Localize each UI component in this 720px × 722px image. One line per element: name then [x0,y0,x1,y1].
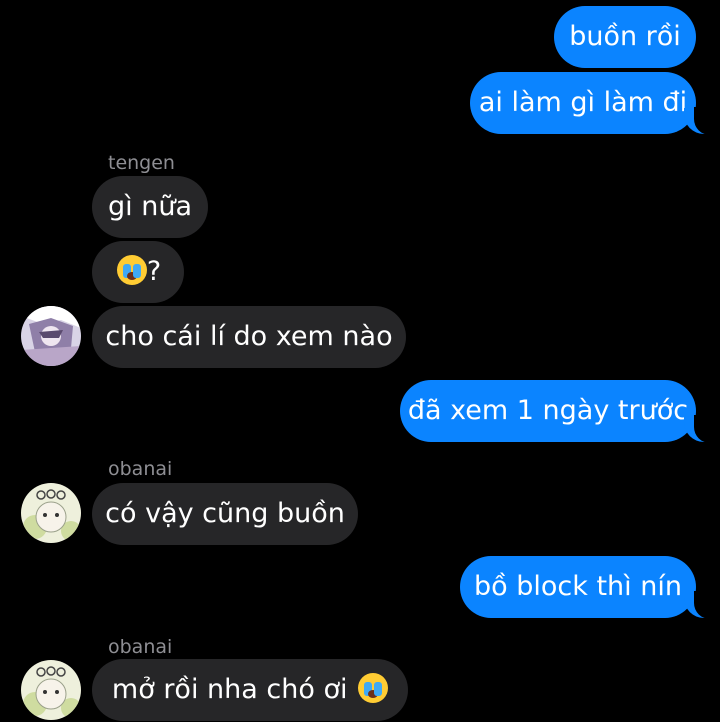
message-bubble-incoming[interactable]: mở rồi nha chó ơi [92,659,408,721]
message-bubble-incoming[interactable]: gì nữa [92,176,208,238]
message-text: cho cái lí do xem nào [105,321,393,352]
sender-name: tengen [108,152,175,174]
message-text: mở rồi nha chó ơi [111,674,348,705]
message-text: gì nữa [108,191,192,222]
message-bubble-outgoing[interactable]: bồ block thì nín [460,556,696,618]
message-bubble-incoming[interactable]: có vậy cũng buồn [92,483,358,545]
message-text: có vậy cũng buồn [105,498,345,529]
avatar[interactable] [21,660,81,720]
avatar[interactable] [21,483,81,543]
message-text: bồ block thì nín [474,571,682,602]
avatar-image-obanai [21,483,81,543]
loudly-crying-face-emoji-icon [358,673,389,703]
bubble-tail [684,591,718,619]
bubble-tail [684,107,718,135]
message-text: ? [146,256,162,287]
message-bubble-outgoing[interactable]: đã xem 1 ngày trước [400,380,696,442]
message-text: đã xem 1 ngày trước [407,395,689,426]
message-bubble-incoming[interactable]: ? [92,241,184,303]
sender-name: obanai [108,636,173,658]
avatar[interactable] [21,306,81,366]
message-bubble-outgoing[interactable]: ai làm gì làm đi [470,72,696,134]
avatar-image-obanai [21,660,81,720]
message-text: ai làm gì làm đi [478,87,688,118]
loudly-crying-face-emoji-icon [116,255,147,285]
bubble-tail [684,415,718,443]
avatar-image-tengen [21,306,81,366]
message-bubble-incoming[interactable]: cho cái lí do xem nào [92,306,406,368]
message-text: buồn rồi [569,21,681,52]
sender-name: obanai [108,458,173,480]
message-bubble-outgoing[interactable]: buồn rồi [554,6,696,68]
